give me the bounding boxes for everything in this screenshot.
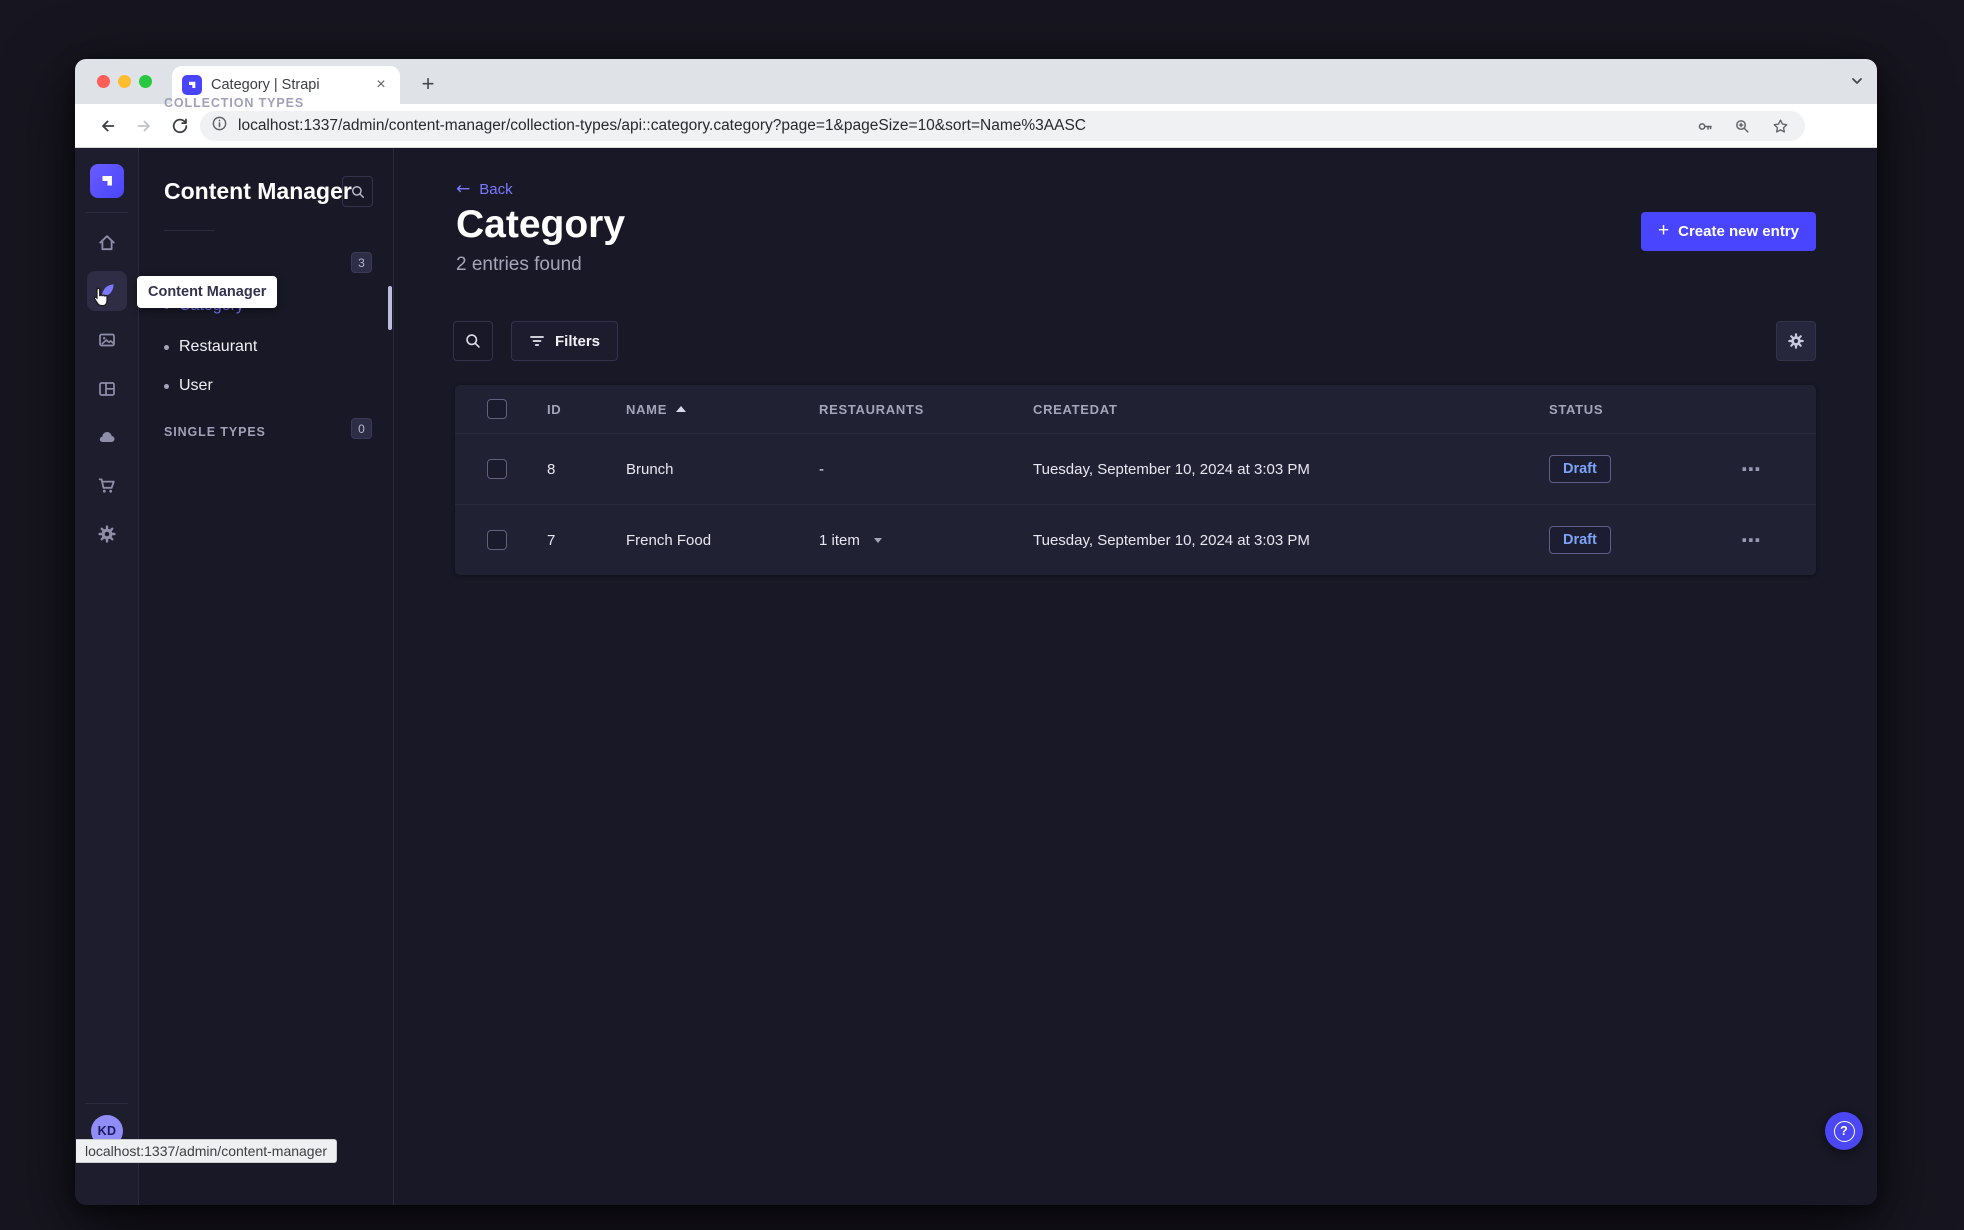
header-name[interactable]: NAME xyxy=(604,402,797,417)
settings-gear-icon[interactable] xyxy=(87,514,127,554)
home-icon[interactable] xyxy=(87,223,127,263)
bullet-icon xyxy=(164,344,169,350)
browser-toolbar: localhost:1337/admin/content-manager/col… xyxy=(75,104,1877,183)
sidebar-title: Content Manager xyxy=(164,178,352,204)
row-checkbox[interactable] xyxy=(487,459,507,479)
url-bar[interactable]: localhost:1337/admin/content-manager/col… xyxy=(200,111,1805,141)
tab-search-chevron-icon[interactable] xyxy=(1849,73,1865,94)
row-actions-button[interactable]: ⋯ xyxy=(1687,457,1816,482)
entries-count: 2 entries found xyxy=(456,254,582,275)
cell-id: 8 xyxy=(547,460,556,478)
tab-title: Category | Strapi xyxy=(211,77,320,93)
sidebar-item-restaurant[interactable]: Restaurant xyxy=(164,336,257,358)
single-types-count-badge: 0 xyxy=(351,418,372,439)
header-id[interactable]: ID xyxy=(525,402,604,417)
sidebar-scrollbar[interactable] xyxy=(388,286,392,330)
tab-close-icon[interactable]: × xyxy=(372,76,390,94)
create-new-entry-button[interactable]: + Create new entry xyxy=(1641,212,1816,251)
strapi-app: KD Content Manager COLLECTION TYPES 3 Ca… xyxy=(75,96,1877,1205)
question-mark-icon: ? xyxy=(1833,1120,1855,1142)
zoom-icon[interactable] xyxy=(1734,118,1751,135)
strapi-logo[interactable] xyxy=(90,164,124,198)
strapi-favicon-icon xyxy=(182,75,202,95)
header-status[interactable]: STATUS xyxy=(1527,402,1687,417)
cell-id: 7 xyxy=(547,531,556,549)
browser-tab-strip: Category | Strapi × + xyxy=(75,59,1877,104)
view-settings-button[interactable] xyxy=(1776,321,1816,361)
back-icon[interactable] xyxy=(99,117,117,135)
help-button[interactable]: ? xyxy=(1825,1112,1863,1150)
bullet-icon xyxy=(164,383,169,389)
bookmark-star-icon[interactable] xyxy=(1772,118,1789,135)
sidebar-divider xyxy=(164,230,214,231)
cloud-icon[interactable] xyxy=(87,417,127,457)
zoom-window-button[interactable] xyxy=(139,75,152,88)
media-library-icon[interactable] xyxy=(87,320,127,360)
content-type-builder-icon[interactable] xyxy=(87,369,127,409)
row-checkbox[interactable] xyxy=(487,530,507,550)
collection-types-header: COLLECTION TYPES xyxy=(164,96,305,110)
desktop: { "browser": { "tab_title": "Category | … xyxy=(0,0,1964,1230)
new-tab-button[interactable]: + xyxy=(413,69,443,99)
cell-name: French Food xyxy=(626,531,712,549)
page-title: Category xyxy=(456,203,626,246)
sidebar-item-user[interactable]: User xyxy=(164,375,213,397)
sidebar-search-button[interactable] xyxy=(342,176,373,207)
single-types-header: SINGLE TYPES xyxy=(164,425,266,439)
table-row[interactable]: 7 French Food 1 item Tuesday, September … xyxy=(455,504,1816,575)
forward-icon[interactable] xyxy=(135,117,153,135)
status-badge: Draft xyxy=(1549,526,1611,554)
header-restaurants[interactable]: RESTAURANTS xyxy=(797,402,1011,417)
filters-button[interactable]: Filters xyxy=(511,321,619,361)
cell-name: Brunch xyxy=(626,460,674,478)
close-window-button[interactable] xyxy=(97,75,110,88)
url-text[interactable]: localhost:1337/admin/content-manager/col… xyxy=(238,117,1086,135)
cell-restaurants[interactable]: 1 item xyxy=(797,532,1011,549)
row-actions-button[interactable]: ⋯ xyxy=(1687,528,1816,553)
cell-createdat: Tuesday, September 10, 2024 at 3:03 PM xyxy=(1033,531,1310,549)
search-button[interactable] xyxy=(453,321,493,361)
header-createdat[interactable]: CREATEDAT xyxy=(1011,402,1527,417)
content-manager-tooltip: Content Manager xyxy=(137,276,278,308)
entries-table: ID NAME RESTAURANTS CREATEDAT STATUS 8 B… xyxy=(455,385,1816,575)
site-info-icon[interactable] xyxy=(211,115,228,137)
plus-icon: + xyxy=(1658,219,1670,241)
back-arrow-icon: ← xyxy=(456,179,471,199)
refresh-icon[interactable] xyxy=(171,117,189,135)
status-badge: Draft xyxy=(1549,455,1611,483)
password-key-icon[interactable] xyxy=(1697,118,1714,135)
chevron-down-icon xyxy=(874,538,883,544)
table-header-row: ID NAME RESTAURANTS CREATEDAT STATUS xyxy=(455,385,1816,433)
select-all-checkbox[interactable] xyxy=(487,399,507,419)
marketplace-cart-icon[interactable] xyxy=(87,466,127,506)
cell-createdat: Tuesday, September 10, 2024 at 3:03 PM xyxy=(1033,460,1310,478)
filter-icon xyxy=(530,336,544,346)
back-link[interactable]: ← Back xyxy=(456,179,513,199)
rail-divider xyxy=(85,1103,128,1104)
cell-restaurants: - xyxy=(819,460,824,478)
rail-divider xyxy=(85,212,128,213)
table-row[interactable]: 8 Brunch - Tuesday, September 10, 2024 a… xyxy=(455,433,1816,504)
mouse-cursor xyxy=(89,286,111,313)
minimize-window-button[interactable] xyxy=(118,75,131,88)
browser-window: Category | Strapi × + localhost:1337/adm… xyxy=(75,59,1877,1205)
collection-types-count-badge: 3 xyxy=(351,252,372,273)
link-status-bubble: localhost:1337/admin/content-manager xyxy=(76,1139,338,1163)
sort-ascending-icon xyxy=(676,406,687,412)
